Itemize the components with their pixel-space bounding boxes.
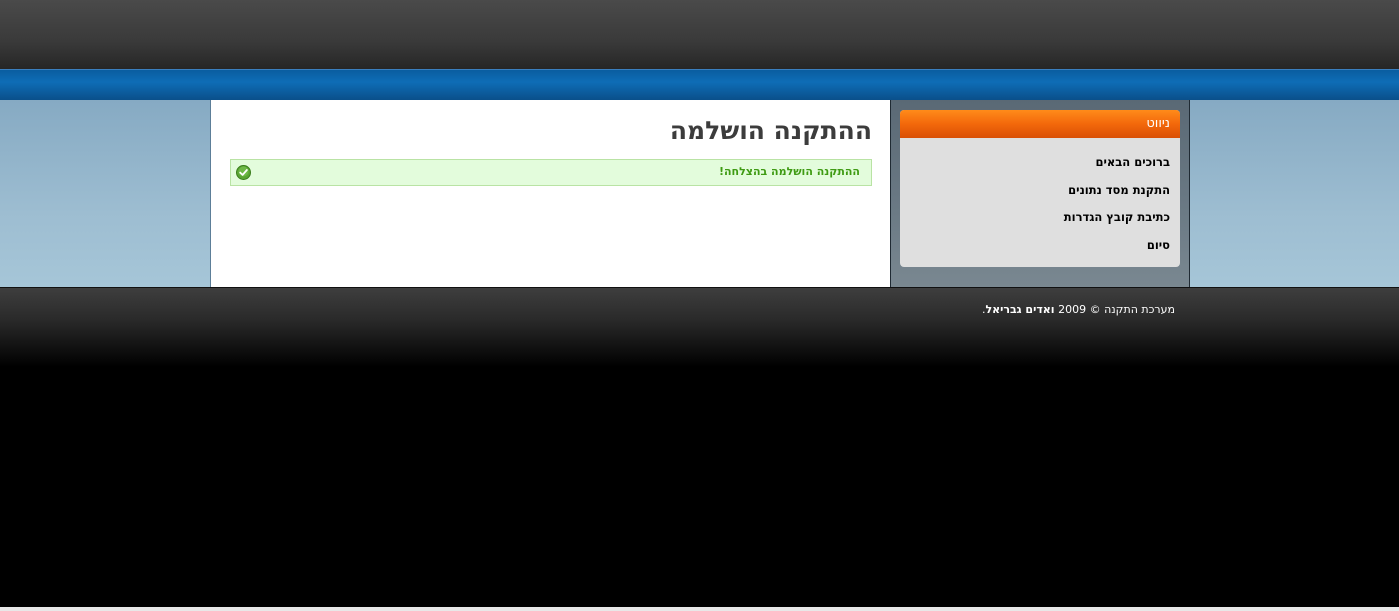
navigation-header: ניווט (900, 110, 1180, 138)
main-content: ההתקנה הושלמה ההתקנה הושלמה בהצלחה! (210, 100, 890, 287)
footer-author: ואדים גבריאל (985, 303, 1055, 316)
page: ההתקנה הושלמה ההתקנה הושלמה בהצלחה! ניוו… (0, 0, 1399, 611)
bottom-line (0, 607, 1399, 611)
navigation-box: ניווט ברוכים הבאים התקנת מסד נתונים כתיב… (900, 110, 1180, 267)
nav-item-write-config[interactable]: כתיבת קובץ הגדרות (1064, 209, 1170, 237)
footer-band (0, 287, 1399, 367)
nav-item-finish[interactable]: סיום (1064, 237, 1170, 265)
check-circle-icon (236, 165, 251, 180)
sidebar: ניווט ברוכים הבאים התקנת מסד נתונים כתיב… (890, 100, 1190, 288)
navigation-list: ברוכים הבאים התקנת מסד נתונים כתיבת קובץ… (1064, 154, 1170, 264)
success-message-box: ההתקנה הושלמה בהצלחה! (230, 159, 872, 186)
navigation-title: ניווט (1146, 116, 1170, 131)
top-bar (0, 0, 1399, 69)
blue-bar (0, 69, 1399, 100)
nav-item-welcome[interactable]: ברוכים הבאים (1064, 154, 1170, 182)
nav-item-database-setup[interactable]: התקנת מסד נתונים (1064, 182, 1170, 210)
footer-copyright: מערכת התקנה © 2009 ואדים גבריאל. (982, 303, 1175, 316)
success-message-text: ההתקנה הושלמה בהצלחה! (718, 165, 860, 178)
page-title: ההתקנה הושלמה (669, 116, 872, 145)
footer-prefix: מערכת התקנה © 2009 (1058, 303, 1175, 316)
